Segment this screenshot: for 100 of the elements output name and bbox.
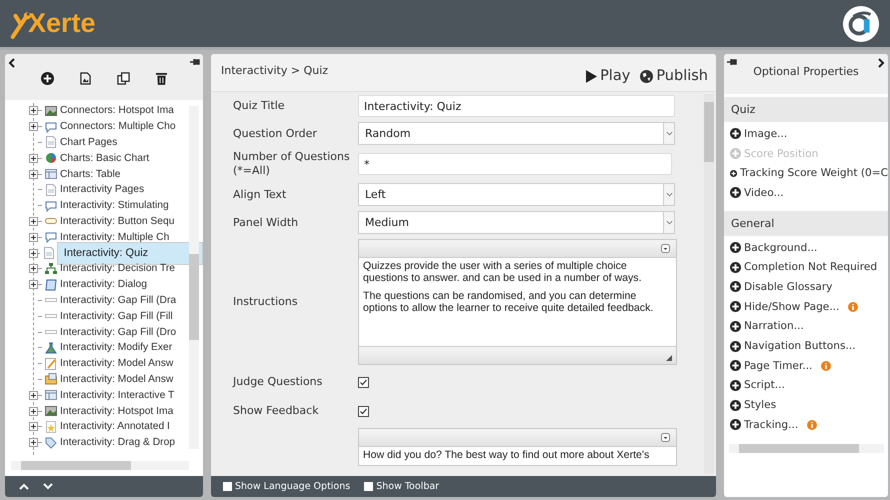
- paragraph: Quizzes provide the user with a series of multiple choice questions to answer. and can be used in a number of ways.: [363, 260, 643, 284]
- tree-item[interactable]: Chart Pages: [59, 136, 118, 149]
- expand-icon[interactable]: [29, 248, 38, 258]
- field-label: Number of Questions (*=All): [233, 150, 351, 178]
- add-icon[interactable]: [730, 380, 741, 391]
- checkbox[interactable]: [364, 482, 374, 491]
- expand-icon[interactable]: [29, 216, 38, 226]
- add-icon[interactable]: [730, 360, 741, 372]
- pin-icon[interactable]: [727, 58, 737, 66]
- dropdown-icon[interactable]: [661, 244, 670, 253]
- tree-item[interactable]: Interactivity: Model Answ: [59, 372, 174, 386]
- add-icon[interactable]: [730, 187, 741, 198]
- rich-text-editor[interactable]: How did you do? The best way to find out more about Xerte's: [358, 428, 677, 466]
- property-item[interactable]: Script...: [744, 379, 785, 392]
- publish-button[interactable]: Publish: [640, 66, 708, 86]
- expand-icon[interactable]: [29, 154, 38, 163]
- checkbox-label: Show Language Options: [235, 481, 350, 492]
- tree-item[interactable]: Charts: Table: [59, 168, 122, 181]
- dropdown[interactable]: Medium: [358, 211, 675, 234]
- property-item[interactable]: Tracking Score Weight (0=C: [740, 167, 888, 180]
- add-icon[interactable]: [730, 301, 741, 312]
- tree-item[interactable]: Connectors: Multiple Cho: [59, 120, 177, 134]
- dropdown[interactable]: Random: [358, 122, 675, 145]
- tree-item[interactable]: Interactivity: Multiple Ch: [59, 230, 170, 244]
- rich-text-editor[interactable]: [358, 239, 677, 365]
- page-image-icon[interactable]: [80, 72, 91, 84]
- property-item[interactable]: Disable Glossary: [744, 280, 832, 293]
- tree-item[interactable]: Interactivity: Gap Fill (Fill: [59, 310, 174, 323]
- xerte-logo: Xerte: [10, 8, 96, 39]
- tree-item[interactable]: Interactivity: Model Answ: [59, 357, 174, 370]
- property-item[interactable]: Navigation Buttons...: [744, 340, 856, 352]
- property-item[interactable]: Styles: [744, 399, 776, 412]
- dropdown[interactable]: Left: [358, 183, 675, 206]
- duplicate-icon[interactable]: [117, 72, 130, 84]
- input-field[interactable]: *: [358, 153, 672, 175]
- input-field[interactable]: Interactivity: Quiz: [358, 95, 675, 117]
- tree-item[interactable]: Interactivity Pages: [59, 183, 146, 196]
- play-button[interactable]: Play: [586, 66, 630, 86]
- scrollbar[interactable]: [729, 444, 884, 453]
- tree-item[interactable]: Interactivity: Gap Fill (Dra: [59, 294, 178, 307]
- expand-icon[interactable]: [29, 390, 38, 400]
- checkbox[interactable]: [358, 376, 369, 388]
- add-icon[interactable]: [730, 400, 741, 411]
- move-up-icon[interactable]: [19, 483, 29, 490]
- tree-item[interactable]: Interactivity: Gap Fill (Dro: [59, 326, 178, 339]
- info-icon[interactable]: [848, 302, 858, 312]
- tree-item[interactable]: Interactivity: Annotated I: [59, 420, 171, 434]
- resize-handle-icon[interactable]: [666, 355, 672, 361]
- scrollbar[interactable]: [704, 94, 714, 474]
- add-icon[interactable]: [730, 128, 741, 140]
- expand-icon[interactable]: [29, 106, 38, 116]
- property-item[interactable]: Video...: [744, 186, 784, 199]
- tree-item[interactable]: Interactivity: Quiz: [56, 242, 203, 265]
- tree-item[interactable]: Interactivity: Button Sequ: [59, 214, 176, 228]
- expand-icon[interactable]: [29, 264, 38, 274]
- add-icon[interactable]: [730, 320, 741, 332]
- tree-item[interactable]: Interactivity: Modify Exer: [59, 341, 174, 354]
- add-icon[interactable]: [730, 242, 741, 254]
- checkbox[interactable]: [223, 482, 232, 491]
- property-item[interactable]: Completion Not Required: [744, 261, 878, 274]
- property-item[interactable]: Page Timer...: [744, 360, 812, 372]
- add-icon[interactable]: [730, 168, 738, 179]
- tree-item[interactable]: Interactivity: Interactive T: [59, 388, 176, 402]
- property-item[interactable]: Hide/Show Page...: [744, 300, 840, 313]
- tree-item[interactable]: Interactivity: Stimulating: [59, 199, 170, 212]
- tree-item[interactable]: Interactivity: Drag & Drop: [59, 436, 176, 450]
- property-item[interactable]: Background...: [744, 242, 818, 254]
- property-item[interactable]: Image...: [744, 128, 788, 140]
- info-icon[interactable]: [807, 420, 818, 430]
- add-icon[interactable]: [730, 281, 741, 292]
- scrollbar[interactable]: [189, 106, 199, 449]
- tree-item[interactable]: Connectors: Hotspot Ima: [59, 104, 175, 118]
- scrollbar[interactable]: [11, 461, 189, 470]
- add-icon[interactable]: [730, 419, 741, 430]
- expand-icon[interactable]: [29, 122, 38, 132]
- field-label: Panel Width: [233, 216, 300, 230]
- add-icon[interactable]: [730, 262, 741, 273]
- expand-icon[interactable]: [29, 406, 38, 416]
- move-down-icon[interactable]: [43, 483, 53, 490]
- add-icon[interactable]: [730, 340, 741, 352]
- checkbox[interactable]: [358, 406, 369, 416]
- tree-item[interactable]: Interactivity: Dialog: [59, 278, 148, 292]
- expand-icon[interactable]: [29, 280, 38, 290]
- dropdown-icon[interactable]: [661, 433, 670, 442]
- pin-icon[interactable]: [190, 58, 200, 66]
- property-item[interactable]: Tracking...: [744, 418, 798, 431]
- tree-item[interactable]: Interactivity: Decision Tre: [59, 262, 176, 276]
- tree-item[interactable]: Charts: Basic Chart: [59, 152, 150, 165]
- delete-icon[interactable]: [156, 72, 167, 84]
- tree-item[interactable]: Interactivity: Hotspot Ima: [59, 404, 174, 418]
- expand-icon[interactable]: [29, 438, 38, 448]
- property-item[interactable]: Narration...: [744, 320, 804, 332]
- expand-icon[interactable]: [29, 422, 38, 432]
- pencil-icon: [45, 358, 57, 370]
- add-icon[interactable]: [41, 72, 54, 84]
- collapse-left-icon[interactable]: [8, 58, 16, 68]
- expand-icon[interactable]: [29, 232, 38, 242]
- expand-icon[interactable]: [29, 170, 38, 179]
- info-icon[interactable]: [821, 360, 832, 371]
- collapse-right-icon[interactable]: [877, 58, 885, 68]
